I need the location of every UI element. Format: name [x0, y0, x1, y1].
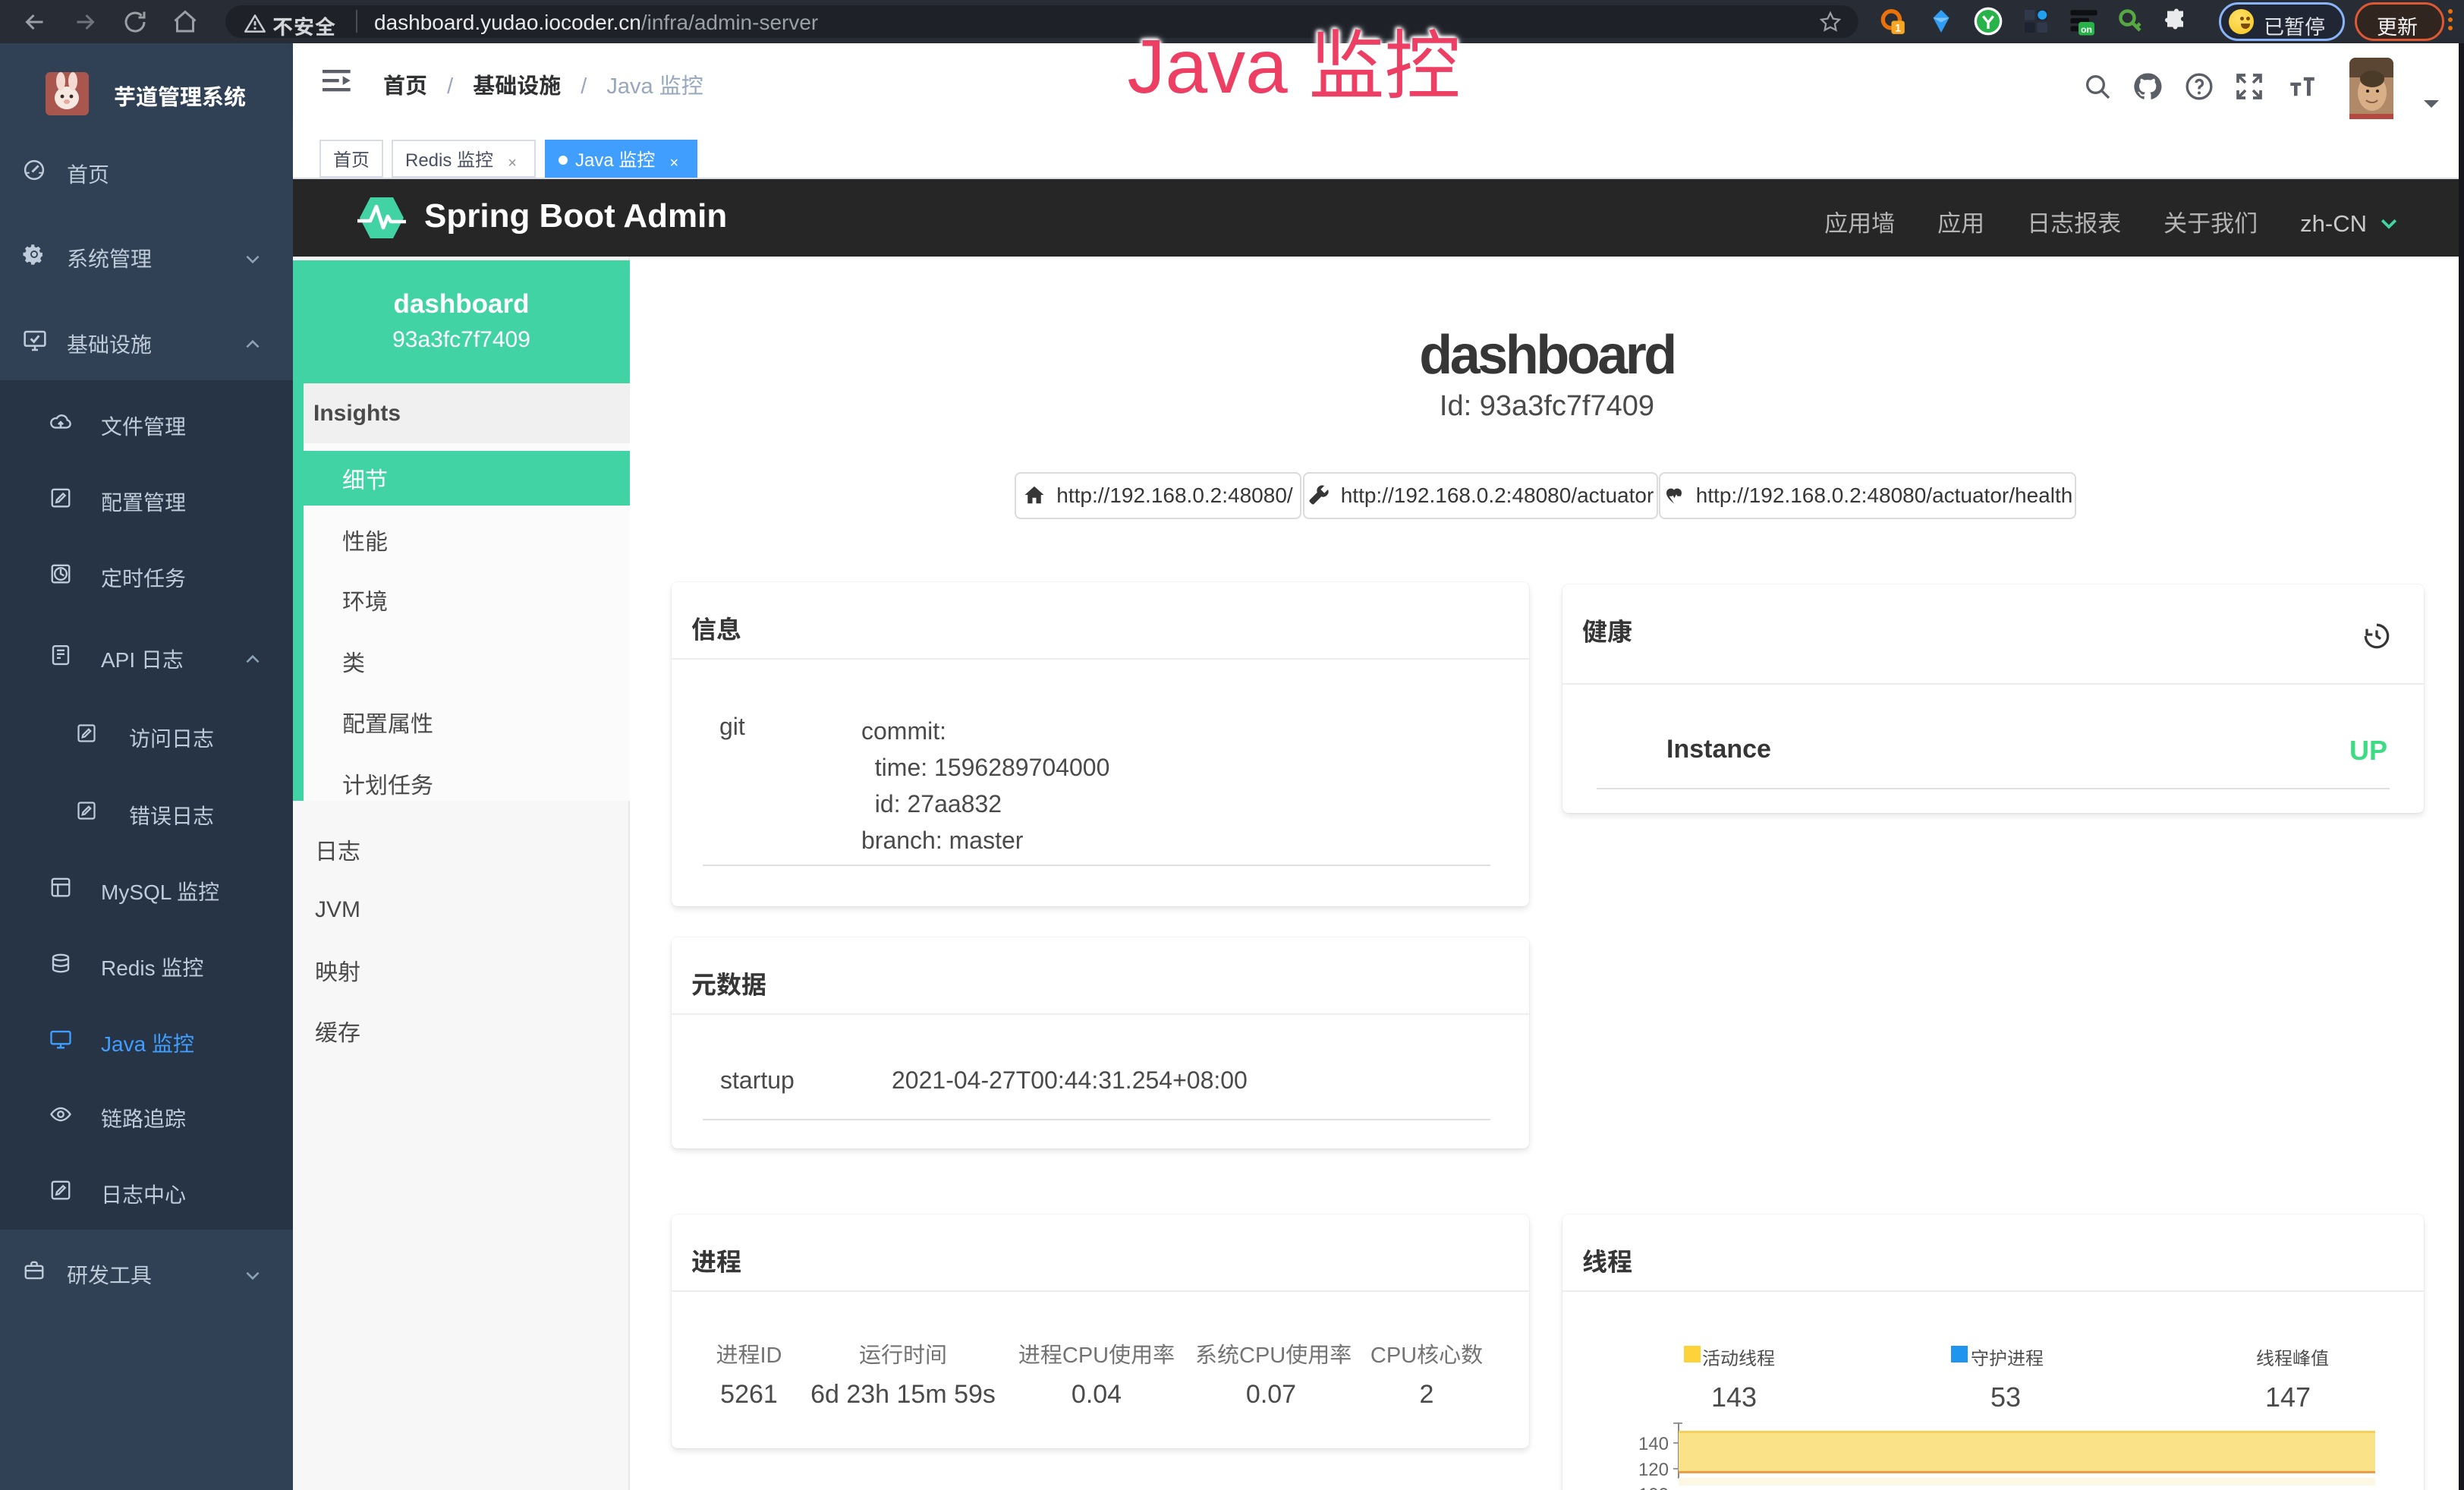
- svg-text:on: on: [2081, 24, 2092, 35]
- svg-text:1: 1: [1895, 23, 1901, 35]
